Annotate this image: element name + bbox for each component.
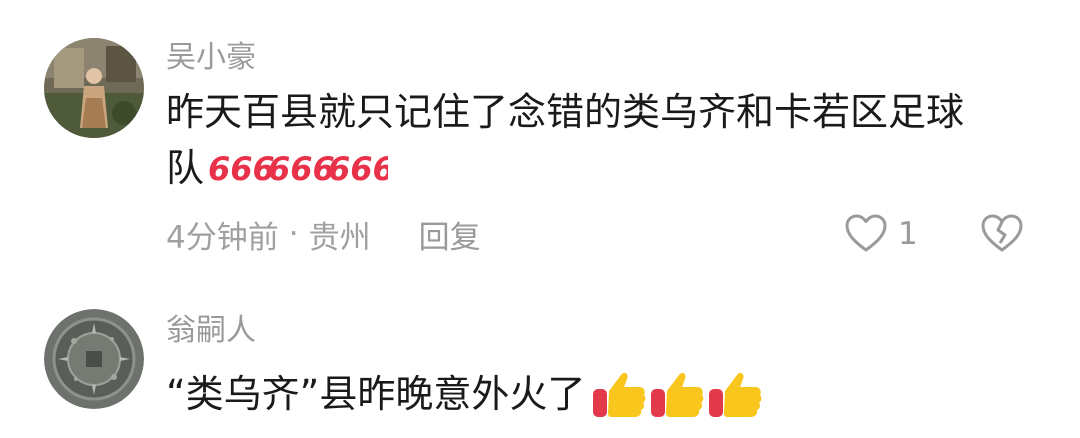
comment-item: 翁嗣人 “类乌齐”县昨晚意外火了: [0, 280, 1080, 438]
comment-text: “类乌齐”县昨晚意外火了: [166, 366, 1046, 422]
comment-text-line: 昨天百县就只记住了念错的类乌齐和卡若区足球: [166, 90, 965, 134]
comment-meta: 4分钟前 · 贵州 回复: [166, 212, 481, 256]
emoji-666-text-3: 666: [328, 150, 388, 188]
thumbs-up-group: [591, 369, 765, 419]
comment-text-line: “类乌齐”县昨晚意外火了: [166, 366, 1046, 422]
like-button[interactable]: 1: [842, 210, 918, 258]
emoji-666-text-2: 666: [268, 150, 335, 188]
comment-text: 昨天百县就只记住了念错的类乌齐和卡若区足球 队 666 666 666: [166, 84, 1046, 196]
avatar[interactable]: [44, 309, 144, 409]
avatar[interactable]: [44, 38, 144, 138]
comment-item: 吴小豪 昨天百县就只记住了念错的类乌齐和卡若区足球 队 666 666 666 …: [0, 0, 1080, 280]
emoji-666-icon: 666 666 666: [208, 150, 388, 188]
thumbs-up-icon: [593, 372, 646, 417]
username[interactable]: 吴小豪: [166, 40, 256, 76]
heart-icon: [845, 214, 887, 252]
timestamp: 4分钟前: [166, 219, 279, 256]
dislike-button[interactable]: [978, 210, 1026, 258]
thumbs-up-icon: [709, 372, 762, 417]
thumbs-up-icon: [651, 372, 704, 417]
broken-heart-icon: [981, 214, 1023, 252]
emoji-666-text-1: 666: [208, 150, 275, 188]
comment-text-body: “类乌齐”县昨晚意外火了: [166, 372, 586, 416]
username[interactable]: 翁嗣人: [166, 313, 256, 349]
comment-text-line: 队 666 666 666: [166, 140, 1046, 196]
like-count: 1: [898, 216, 918, 252]
location: 贵州: [308, 219, 371, 256]
comment-text-tail: 队: [166, 146, 205, 190]
reply-button[interactable]: 回复: [419, 212, 481, 257]
separator: ·: [288, 216, 299, 252]
emoji-666-group: 666 666 666: [208, 148, 388, 188]
